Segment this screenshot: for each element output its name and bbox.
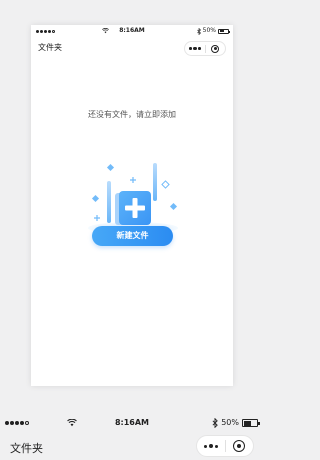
battery-icon	[218, 28, 230, 34]
page-title: 文件夹	[10, 442, 43, 455]
phone-screen: 8:16AM 50% 文件夹 还没有文件，请立即添加 新建文件	[31, 25, 233, 386]
more-icon	[204, 444, 208, 448]
menu-capsule	[184, 41, 226, 56]
bluetooth-icon	[196, 27, 201, 35]
battery-percent: 50%	[221, 418, 239, 427]
close-circle-icon	[211, 44, 220, 53]
status-right: 50%	[212, 414, 260, 432]
battery-percent: 50%	[202, 27, 216, 34]
close-button[interactable]	[205, 44, 225, 53]
bottom-nav-bar: 文件夹	[0, 432, 264, 460]
close-circle-icon	[233, 440, 246, 452]
menu-capsule	[196, 435, 254, 457]
close-button[interactable]	[225, 440, 253, 452]
new-file-button[interactable]: 新建文件	[92, 226, 173, 246]
battery-icon	[242, 419, 260, 427]
nav-bar: 文件夹	[31, 37, 233, 59]
status-right: 50%	[196, 25, 230, 37]
more-icon	[189, 47, 192, 50]
empty-message: 还没有文件，请立即添加	[88, 110, 176, 119]
bottom-status-bar: 8:16AM 50%	[0, 414, 264, 432]
add-file-illustration	[88, 163, 178, 234]
status-bar: 8:16AM 50%	[31, 25, 233, 37]
more-button[interactable]	[185, 46, 205, 51]
page-title: 文件夹	[38, 43, 62, 52]
bluetooth-icon	[212, 418, 219, 428]
more-button[interactable]	[197, 443, 225, 449]
